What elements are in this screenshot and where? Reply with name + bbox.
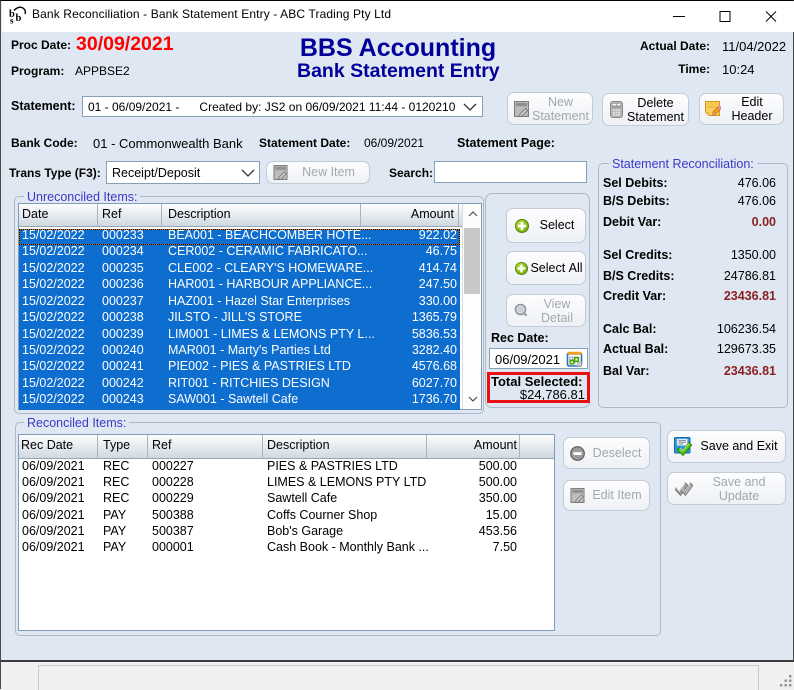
svg-text:s: s [10, 16, 14, 26]
svg-text:b: b [16, 13, 22, 24]
